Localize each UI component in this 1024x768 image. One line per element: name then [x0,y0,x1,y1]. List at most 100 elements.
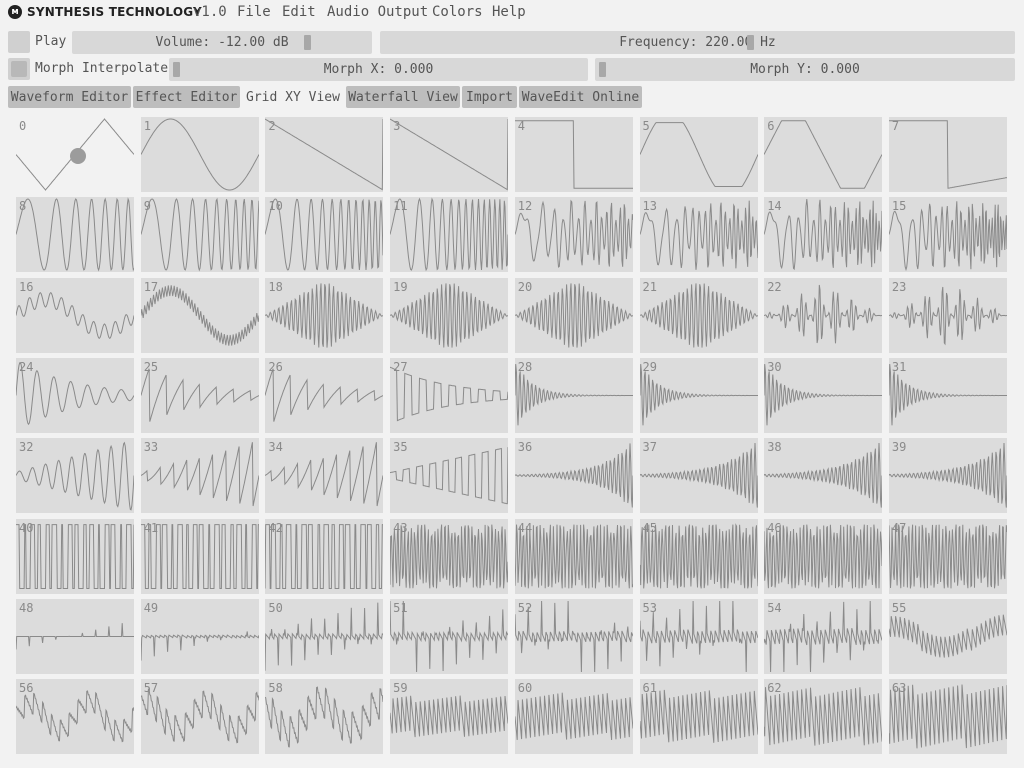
wave-cell-20[interactable]: 20 [514,277,633,353]
waveform-line [140,688,259,744]
wave-cell-36[interactable]: 36 [514,438,633,514]
wave-cell-4[interactable]: 4 [514,117,633,192]
tab-grid-xy-view[interactable]: Grid XY View [242,86,344,108]
wave-cell-42[interactable]: 42 [265,518,384,594]
wave-cell-48[interactable]: 48 [16,598,134,674]
waveform-graph [140,688,259,744]
wave-cell-34[interactable]: 34 [265,438,384,514]
tab-effect-editor[interactable]: Effect Editor [133,86,240,108]
wave-cell-5[interactable]: 5 [639,117,758,192]
wave-cell-39[interactable]: 39 [888,438,1007,514]
wave-cell-26[interactable]: 26 [265,357,384,433]
menu-edit[interactable]: Edit [282,4,316,20]
wave-index-label: 43 [393,520,408,535]
wave-cell-30[interactable]: 30 [764,357,883,433]
waveform-grid[interactable]: 0 1 2 3 4 5 6 7 8 9 10 11 12 13 14 15 16 17 18 19 20 21 22 23 24… [16,117,1008,757]
menu-help[interactable]: Help [492,4,526,20]
wave-cell-28[interactable]: 28 [514,357,633,433]
wave-cell-11[interactable]: 11 [390,197,509,273]
wave-cell-51[interactable]: 51 [390,598,509,674]
wave-cell-44[interactable]: 44 [514,518,633,594]
wave-cell-40[interactable]: 40 [16,518,134,594]
wave-cell-56[interactable]: 56 [16,679,134,755]
wave-cell-59[interactable]: 59 [390,679,509,755]
wave-cell-46[interactable]: 46 [764,518,883,594]
wave-cell-8[interactable]: 8 [16,197,134,273]
waveform-line [265,602,384,671]
volume-slider[interactable]: Volume: -12.00 dB [72,31,372,54]
wave-cell-24[interactable]: 24 [16,357,134,433]
wave-cell-52[interactable]: 52 [514,598,633,674]
wave-cell-33[interactable]: 33 [140,438,259,514]
wave-cell-43[interactable]: 43 [390,518,509,594]
wave-cell-1[interactable]: 1 [140,117,259,192]
wave-cell-35[interactable]: 35 [390,438,509,514]
wave-cell-19[interactable]: 19 [390,277,509,353]
wave-cell-53[interactable]: 53 [639,598,758,674]
wave-cell-50[interactable]: 50 [265,598,384,674]
wave-cell-10[interactable]: 10 [265,197,384,273]
morph-y-slider-handle[interactable] [599,62,606,77]
morph-y-slider[interactable]: Morph Y: 0.000 [595,58,1015,81]
morph-x-slider-handle[interactable] [173,62,180,77]
waveform-line [514,199,633,269]
tab-import[interactable]: Import [462,86,517,108]
wave-cell-13[interactable]: 13 [639,197,758,273]
wave-cell-23[interactable]: 23 [888,277,1007,353]
waveform-line [265,198,384,272]
wave-cell-29[interactable]: 29 [639,357,758,433]
wave-cell-7[interactable]: 7 [888,117,1007,192]
wave-cell-62[interactable]: 62 [764,679,883,755]
waveform-line [16,523,134,589]
wave-cell-58[interactable]: 58 [265,679,384,755]
wave-cell-31[interactable]: 31 [888,357,1007,433]
wave-cell-47[interactable]: 47 [888,518,1007,594]
frequency-slider[interactable]: Frequency: 220.00 Hz [380,31,1015,54]
wave-cell-45[interactable]: 45 [639,518,758,594]
waveform-graph [514,443,633,508]
tab-waveform-editor[interactable]: Waveform Editor [8,86,131,108]
wave-cell-17[interactable]: 17 [140,277,259,353]
play-checkbox[interactable] [8,31,30,53]
wave-cell-9[interactable]: 9 [140,197,259,273]
morph-x-slider[interactable]: Morph X: 0.000 [169,58,588,81]
morph-interpolate-checkbox[interactable] [8,58,30,80]
wave-cell-37[interactable]: 37 [639,438,758,514]
wave-index-label: 40 [19,520,34,535]
menu-audio-output[interactable]: Audio Output [327,4,428,20]
wave-cell-27[interactable]: 27 [390,357,509,433]
wave-cell-15[interactable]: 15 [888,197,1007,273]
wave-cell-32[interactable]: 32 [16,438,134,514]
wave-cell-55[interactable]: 55 [888,598,1007,674]
wave-cell-63[interactable]: 63 [888,679,1007,755]
menu-colors[interactable]: Colors [432,4,483,20]
wave-cell-22[interactable]: 22 [764,277,883,353]
wave-cell-41[interactable]: 41 [140,518,259,594]
wave-cell-12[interactable]: 12 [514,197,633,273]
wave-cell-16[interactable]: 16 [16,277,134,353]
wave-cell-25[interactable]: 25 [140,357,259,433]
waveform-line [390,197,509,272]
frequency-slider-handle[interactable] [747,35,754,50]
volume-slider-handle[interactable] [304,35,311,50]
wave-cell-57[interactable]: 57 [140,679,259,755]
wave-cell-38[interactable]: 38 [764,438,883,514]
wave-cell-61[interactable]: 61 [639,679,758,755]
wave-cell-0[interactable]: 0 [16,117,134,192]
menu-file[interactable]: File [237,4,271,20]
wave-index-label: 11 [393,199,408,214]
wave-cell-60[interactable]: 60 [514,679,633,755]
wave-cell-14[interactable]: 14 [764,197,883,273]
wave-cell-49[interactable]: 49 [140,598,259,674]
wave-cell-3[interactable]: 3 [390,117,509,192]
waveform-graph [764,600,883,672]
morph-position-marker[interactable] [70,148,86,164]
wave-cell-2[interactable]: 2 [265,117,384,192]
tab-waterfall-view[interactable]: Waterfall View [346,86,460,108]
wave-cell-18[interactable]: 18 [265,277,384,353]
waveform-graph [764,687,883,746]
wave-cell-54[interactable]: 54 [764,598,883,674]
wave-cell-21[interactable]: 21 [639,277,758,353]
wave-cell-6[interactable]: 6 [764,117,883,192]
tab-waveedit-online[interactable]: WaveEdit Online [519,86,642,108]
